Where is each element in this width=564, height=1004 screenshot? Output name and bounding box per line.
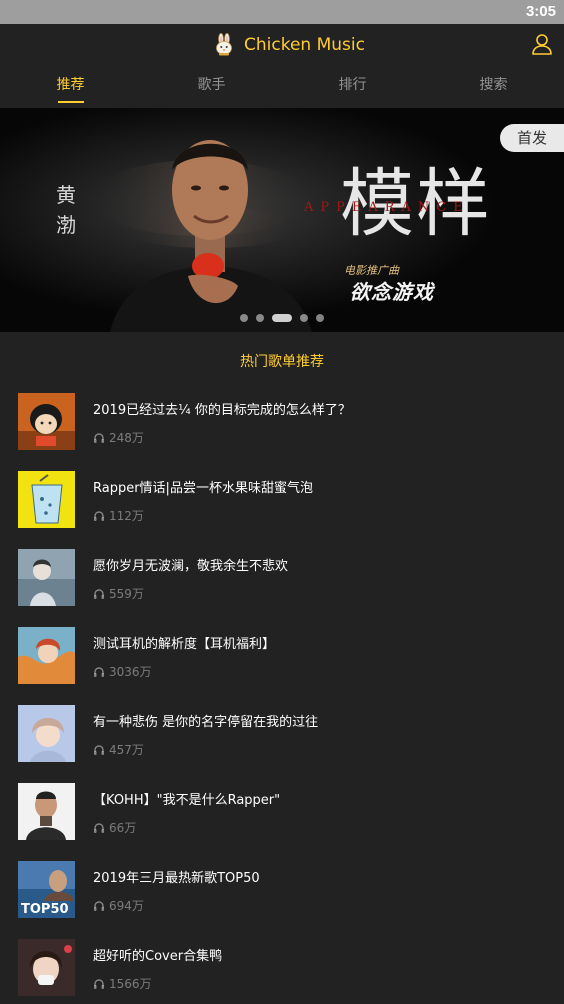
banner-subtitle-big: 欲念游戏	[350, 280, 434, 304]
tab-rank[interactable]: 排行	[282, 66, 423, 108]
playlist-cover	[18, 783, 75, 840]
playlist-title: 超好听的Cover合集鸭	[93, 949, 223, 964]
play-count-value: 1566万	[109, 977, 152, 991]
headphones-icon	[94, 900, 104, 911]
headphones-icon	[94, 822, 104, 833]
play-count: 694万	[93, 897, 144, 914]
play-count: 1566万	[93, 975, 152, 992]
app-title: Chicken Music	[244, 35, 365, 55]
playlist-title: 有一种悲伤 是你的名字停留在我的过往	[93, 715, 319, 730]
slider-dot-active[interactable]	[272, 314, 292, 322]
tab-search[interactable]: 搜索	[423, 66, 564, 108]
banner-artist-name: 黄渤	[56, 183, 76, 237]
playlist-title: 测试耳机的解析度【耳机福利】	[93, 637, 276, 652]
play-count: 457万	[93, 741, 144, 758]
play-count: 66万	[93, 819, 136, 836]
section-title: 热门歌单推荐	[240, 354, 324, 370]
brand: Chicken Music	[212, 32, 365, 58]
playlist-item[interactable]: 超好听的Cover合集鸭 1566万	[0, 939, 564, 1004]
play-count-value: 559万	[109, 587, 144, 601]
tab-bar: 推荐 歌手 排行 搜索	[0, 66, 564, 108]
playlist-title: 2019已经过去¼ 你的目标完成的怎么样了？	[93, 403, 351, 418]
playlist-cover	[18, 705, 75, 762]
slider-dot[interactable]	[256, 314, 264, 322]
play-count-value: 66万	[109, 821, 137, 835]
cover-overlay-text: TOP50	[21, 902, 69, 917]
tab-singer[interactable]: 歌手	[141, 66, 282, 108]
play-count: 112万	[93, 507, 144, 524]
playlist-cover	[18, 627, 75, 684]
slider-dot[interactable]	[240, 314, 248, 322]
slider-dots	[0, 314, 564, 322]
playlist-cover	[18, 471, 75, 528]
banner-english-title: APPEARANCE	[304, 200, 470, 215]
playlist-list: 2019已经过去¼ 你的目标完成的怎么样了？ 248万 Rapper情话|品尝一…	[0, 393, 564, 1004]
playlist-item[interactable]: 【KOHH】"我不是什么Rapper" 66万	[0, 783, 564, 861]
playlist-cover	[18, 393, 75, 450]
playlist-item[interactable]: 有一种悲伤 是你的名字停留在我的过往 457万	[0, 705, 564, 783]
play-count: 3036万	[93, 663, 152, 680]
tab-recommend[interactable]: 推荐	[0, 66, 141, 108]
headphones-icon	[94, 978, 104, 989]
user-icon[interactable]	[530, 32, 554, 56]
play-count-value: 694万	[109, 899, 144, 913]
play-count-value: 3036万	[109, 665, 152, 679]
play-count: 248万	[93, 429, 144, 446]
playlist-item[interactable]: TOP50 2019年三月最热新歌TOP50 694万	[0, 861, 564, 939]
playlist-item[interactable]: 2019已经过去¼ 你的目标完成的怎么样了？ 248万	[0, 393, 564, 471]
slider-dot[interactable]	[316, 314, 324, 322]
banner-slider[interactable]: 黄渤 模样 APPEARANCE 电影推广曲 欲念游戏 首发	[0, 108, 564, 332]
play-count: 559万	[93, 585, 144, 602]
playlist-item[interactable]: 测试耳机的解析度【耳机福利】 3036万	[0, 627, 564, 705]
headphones-icon	[94, 588, 104, 599]
playlist-title: 【KOHH】"我不是什么Rapper"	[93, 793, 281, 808]
play-count-value: 248万	[109, 431, 144, 445]
play-count-value: 112万	[109, 509, 144, 523]
banner-headline: 模样	[340, 161, 492, 247]
playlist-cover	[18, 549, 75, 606]
status-time: 3:05	[525, 3, 556, 20]
playlist-title: 愿你岁月无波澜，敬我余生不悲欢	[93, 559, 289, 574]
playlist-title: Rapper情话|品尝一杯水果味甜蜜气泡	[93, 481, 313, 496]
headphones-icon	[94, 510, 104, 521]
playlist-cover	[18, 939, 75, 996]
status-bar: 3:05	[0, 0, 564, 24]
headphones-icon	[94, 666, 104, 677]
slider-dot[interactable]	[300, 314, 308, 322]
rabbit-logo-icon	[216, 33, 232, 56]
headphones-icon	[94, 432, 104, 443]
play-count-value: 457万	[109, 743, 144, 757]
playlist-item[interactable]: 愿你岁月无波澜，敬我余生不悲欢 559万	[0, 549, 564, 627]
app-header: Chicken Music	[0, 24, 564, 66]
banner-badge: 首发	[500, 124, 564, 152]
playlist-title: 2019年三月最热新歌TOP50	[93, 871, 260, 886]
playlist-cover: TOP50	[18, 861, 75, 918]
headphones-icon	[94, 744, 104, 755]
playlist-item[interactable]: Rapper情话|品尝一杯水果味甜蜜气泡 112万	[0, 471, 564, 549]
